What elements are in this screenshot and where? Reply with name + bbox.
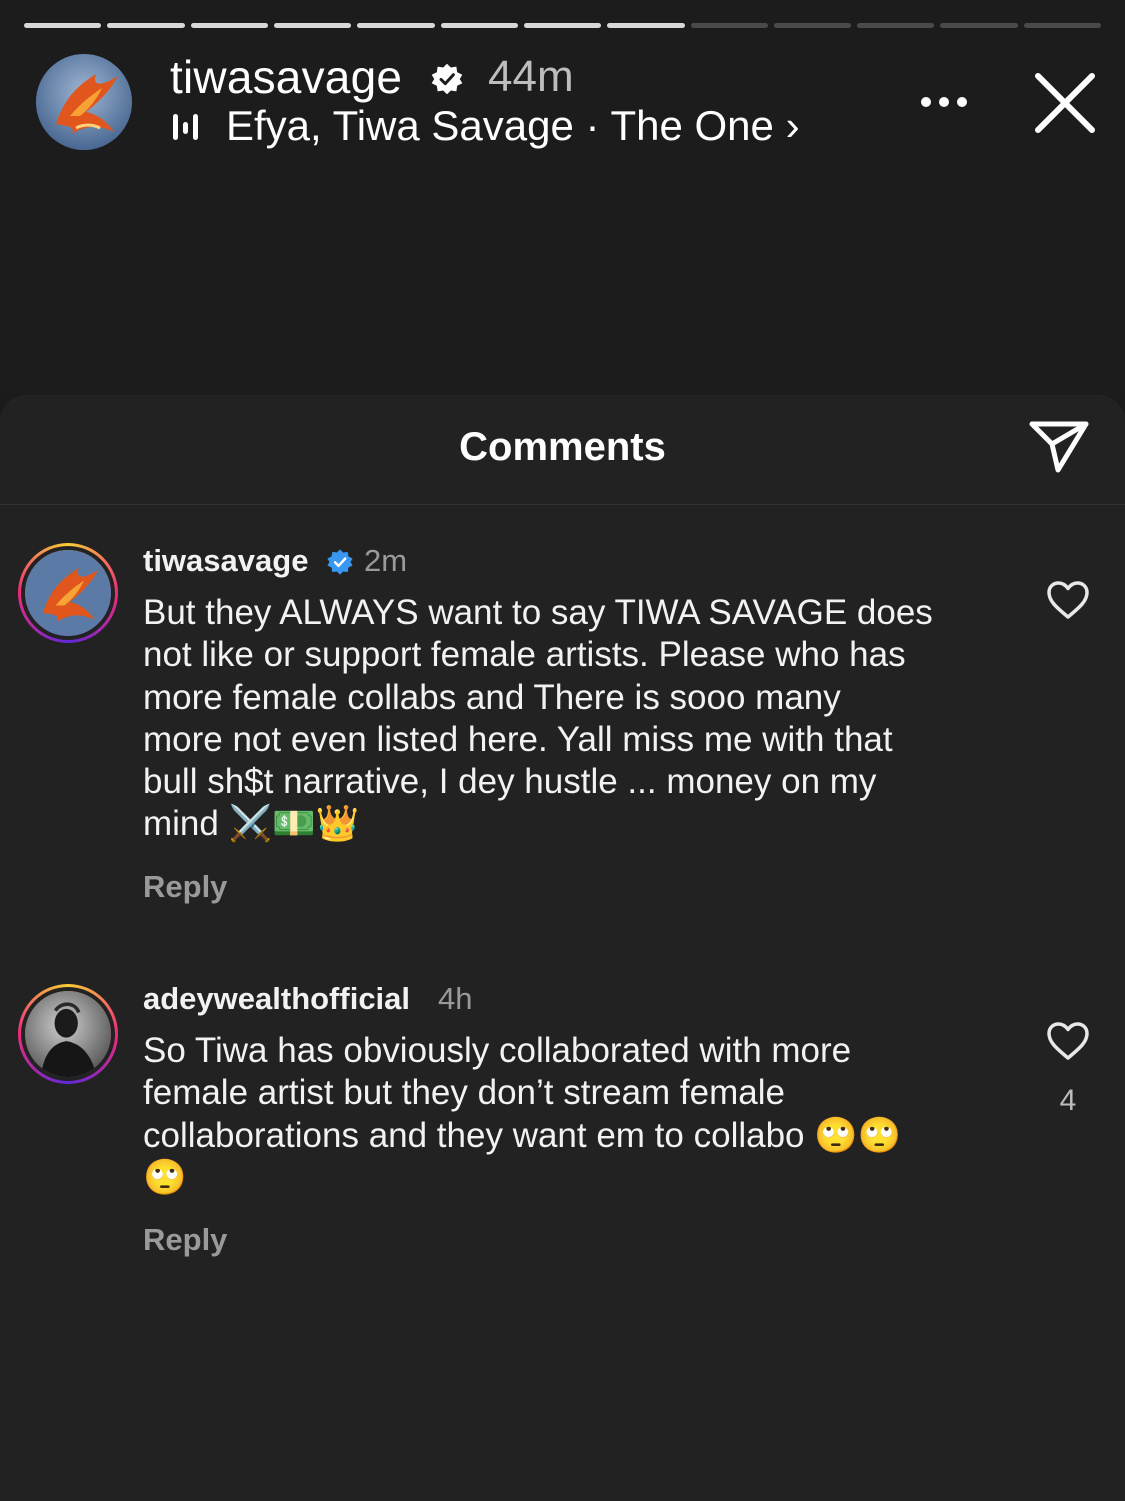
chevron-right-icon: › — [785, 102, 800, 149]
progress-segment — [24, 23, 102, 28]
verified-badge-icon — [431, 63, 463, 95]
comment-text-line: female artist but they don’t stream fema… — [143, 1073, 785, 1113]
phoenix-avatar-image — [36, 54, 132, 150]
comment-text-line: more not even listed here. Yall miss me … — [143, 719, 893, 759]
comment-text: But they ALWAYS want to say TIWA SAVAGE … — [143, 592, 1013, 846]
comment-text-line: not like or support female artists. Plea… — [143, 635, 906, 675]
more-options-icon[interactable] — [918, 94, 970, 110]
comment-text-line: more female collabs and There is sooo ma… — [143, 677, 841, 717]
verified-badge-icon — [327, 549, 353, 575]
comment-text-line: So Tiwa has obviously collaborated with … — [143, 1031, 852, 1070]
progress-segment — [357, 23, 435, 28]
comment-username[interactable]: tiwasavage — [143, 543, 308, 579]
comment-text-line: collaborations and they want em to colla… — [143, 1115, 902, 1155]
comment-text-line: mind ⚔️💵👑 — [143, 804, 360, 844]
divider — [0, 504, 1125, 505]
story-username[interactable]: tiwasavage — [170, 50, 402, 104]
comment-avatar[interactable] — [18, 543, 118, 643]
progress-segment — [190, 23, 268, 28]
comment-avatar[interactable] — [18, 984, 118, 1084]
story-progress-bar — [24, 23, 1102, 29]
comment-time: 4h — [438, 981, 473, 1016]
comment-text: So Tiwa has obviously collaborated with … — [143, 1030, 1013, 1199]
progress-segment — [940, 23, 1018, 28]
comment-username[interactable]: adeywealthofficial — [143, 981, 410, 1017]
like-count: 4 — [1059, 1084, 1077, 1117]
comment-text-line: But they ALWAYS want to say TIWA SAVAGE … — [143, 593, 933, 632]
progress-segment — [1023, 23, 1102, 28]
music-separator: · — [585, 102, 600, 149]
music-track: The One — [610, 102, 774, 149]
progress-segment — [857, 23, 935, 28]
heart-icon[interactable] — [1046, 1021, 1090, 1061]
comments-title: Comments — [459, 425, 666, 469]
heart-icon[interactable] — [1046, 580, 1090, 620]
story-avatar[interactable] — [36, 54, 132, 150]
person-avatar-image — [25, 991, 111, 1077]
comment-text-line: bull sh$t narrative, I dey hustle ... mo… — [143, 762, 877, 802]
progress-segment — [273, 23, 352, 28]
paper-plane-icon[interactable] — [1028, 418, 1090, 474]
reply-button[interactable]: Reply — [143, 1222, 227, 1258]
music-bars-icon — [173, 114, 198, 140]
reply-button[interactable]: Reply — [143, 869, 227, 905]
phoenix-avatar-image — [25, 550, 111, 636]
close-icon[interactable] — [1034, 72, 1096, 134]
progress-segment — [107, 23, 185, 28]
comment-time: 2m — [364, 543, 408, 578]
music-artists: Efya, Tiwa Savage — [226, 102, 574, 149]
progress-segment — [607, 23, 685, 28]
progress-segment — [690, 23, 768, 28]
progress-segment — [440, 23, 518, 28]
story-time: 44m — [488, 52, 574, 101]
progress-segment — [523, 23, 602, 28]
music-attribution[interactable]: Efya, Tiwa Savage · The One › — [226, 102, 800, 150]
progress-segment — [773, 23, 852, 28]
comment-text-line: 🙄 — [143, 1157, 187, 1197]
